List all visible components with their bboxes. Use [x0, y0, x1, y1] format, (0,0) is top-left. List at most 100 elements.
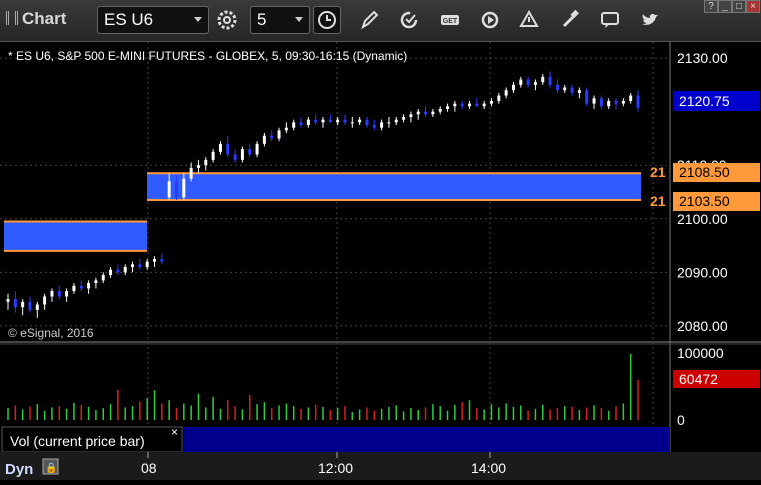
candle-body	[446, 106, 450, 109]
copyright-label: © eSignal, 2016	[8, 326, 94, 340]
candle-body	[211, 151, 215, 160]
maximize-button[interactable]: □	[732, 0, 746, 13]
link-icon[interactable]	[556, 6, 584, 34]
candle-body	[292, 122, 296, 128]
candle-body	[174, 181, 178, 198]
candle-body	[13, 299, 17, 308]
price-tick-label: 2100.00	[677, 211, 728, 227]
candle-body	[57, 291, 61, 297]
price-tick-label: 2090.00	[677, 264, 728, 280]
candle-body	[372, 125, 376, 128]
candle-body	[204, 159, 208, 166]
candle-body	[409, 114, 413, 117]
help-button[interactable]: ?	[704, 0, 718, 13]
volume-panel-label: Vol (current price bar)	[10, 433, 145, 449]
candle-body	[321, 119, 325, 123]
candle-body	[109, 269, 113, 276]
play-icon[interactable]	[476, 6, 504, 34]
chart-header: * ES U6, S&P 500 E-MINI FUTURES - GLOBEX…	[8, 49, 407, 63]
close-icon[interactable]: ×	[171, 425, 178, 439]
current-price-label: 2120.75	[679, 93, 730, 109]
pencil-icon[interactable]	[355, 6, 383, 34]
candle-body	[153, 258, 157, 262]
zone-right-box[interactable]	[147, 173, 641, 201]
time-label-08: 08	[141, 460, 157, 476]
close-button[interactable]: ×	[746, 0, 760, 13]
refresh-icon[interactable]	[395, 6, 423, 34]
candle-body	[101, 275, 105, 281]
drag-grip-icon[interactable]	[6, 11, 18, 25]
candle-body	[196, 165, 200, 168]
app-title[interactable]: Chart	[6, 9, 66, 29]
candle-body	[160, 258, 164, 262]
price-tick-label: 2080.00	[677, 318, 728, 334]
candle	[585, 87, 589, 107]
candle-body	[123, 267, 127, 273]
candle-body	[262, 135, 266, 144]
candle-body	[599, 98, 603, 107]
candle-body	[328, 119, 332, 123]
dynamic-mode-label[interactable]: Dyn	[5, 461, 33, 478]
interval-value: 5	[257, 10, 267, 29]
candle-body	[548, 76, 552, 85]
candle-body	[453, 103, 457, 107]
candle-body	[563, 87, 567, 91]
volume-tick-zero: 0	[677, 412, 685, 428]
zone-upper-label: 2108.50	[679, 164, 730, 180]
clock-icon[interactable]	[313, 6, 341, 34]
candle-body	[636, 95, 640, 108]
candle-body	[468, 103, 472, 107]
symbol-value: ES U6	[104, 10, 154, 29]
price-chart-svg[interactable]: * ES U6, S&P 500 E-MINI FUTURES - GLOBEX…	[0, 42, 761, 480]
candle-body	[182, 178, 186, 198]
candle-body	[387, 122, 391, 124]
candle-body	[358, 119, 362, 123]
time-axis	[0, 452, 761, 480]
chart-toolbar: Chart ES U6 5 GET ? _ □ ×	[0, 0, 761, 42]
candle-body	[541, 76, 545, 83]
candle-body	[314, 119, 318, 123]
zone-left-box[interactable]	[4, 221, 147, 251]
minimize-button[interactable]: _	[718, 0, 732, 13]
candle-body	[145, 261, 149, 267]
alert-icon[interactable]	[515, 6, 543, 34]
candle-body	[277, 130, 281, 139]
candle-body	[511, 84, 515, 91]
candle-body	[555, 84, 559, 91]
volume-tick-top: 100000	[677, 345, 724, 361]
get-data-icon[interactable]: GET	[436, 6, 464, 34]
candle-body	[43, 296, 47, 305]
candle-body	[87, 283, 91, 289]
zone-lower-label: 2103.50	[679, 193, 730, 209]
candle-body	[35, 304, 39, 310]
candle-body	[607, 100, 611, 107]
candle-body	[497, 95, 501, 101]
candle-body	[284, 127, 288, 131]
candle-body	[526, 79, 530, 85]
time-label-1400: 14:00	[471, 460, 506, 476]
candle-body	[460, 103, 464, 107]
candle-body	[189, 167, 193, 179]
candle-body	[79, 285, 83, 289]
gear-icon[interactable]	[213, 6, 241, 34]
candle-body	[621, 100, 625, 104]
candle-body	[240, 149, 244, 160]
candle-body	[585, 90, 589, 104]
candle-body	[94, 280, 98, 284]
candle-body	[6, 299, 10, 302]
candle-body	[533, 82, 537, 85]
symbol-selector[interactable]: ES U6	[97, 6, 209, 34]
price-tick-label: 2130.00	[677, 50, 728, 66]
candle-body	[416, 111, 420, 115]
app-title-label: Chart	[22, 9, 67, 28]
candle-body	[489, 100, 493, 104]
twitter-icon[interactable]	[636, 6, 664, 34]
chart-area[interactable]: * ES U6, S&P 500 E-MINI FUTURES - GLOBEX…	[0, 42, 761, 480]
candle-body	[380, 122, 384, 128]
chat-icon[interactable]	[596, 6, 624, 34]
candle-body	[438, 108, 442, 112]
candle-body	[138, 264, 142, 267]
interval-selector[interactable]: 5	[250, 6, 310, 34]
candle-body	[233, 154, 237, 160]
zone-lower-tag: 21	[650, 193, 666, 209]
